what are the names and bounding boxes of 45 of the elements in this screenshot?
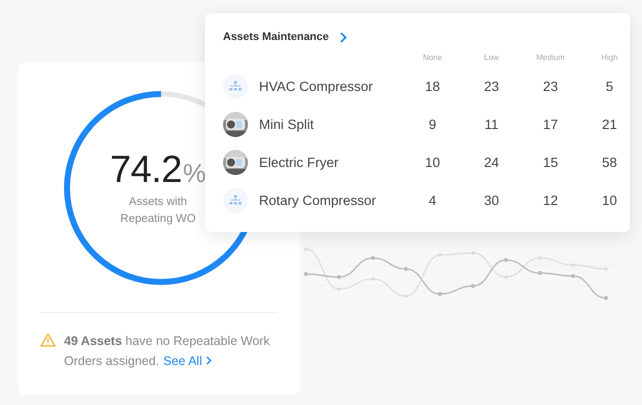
chevron-right-icon[interactable] <box>338 32 347 42</box>
asset-name: Rotary Compressor <box>258 192 378 210</box>
data-point <box>337 275 341 279</box>
percent-sign: % <box>182 158 206 188</box>
data-point <box>404 267 408 271</box>
chevron-right-icon <box>206 356 212 365</box>
ring-label: Assets with Repeating WO <box>119 194 197 226</box>
data-point <box>471 284 475 288</box>
data-point <box>504 258 508 262</box>
data-point <box>571 274 575 278</box>
column-header: Medium <box>535 52 566 64</box>
column-header: None <box>422 52 444 64</box>
card-title: Assets Maintenance <box>223 31 329 43</box>
table-cell-text: 11 <box>483 116 500 134</box>
table-cell-text: 18 <box>424 78 442 96</box>
asset-name: Electric Fryer <box>258 154 340 172</box>
table-cell-text: 30 <box>482 192 500 210</box>
hierarchy-icon <box>223 188 248 212</box>
table-cell-text: 12 <box>542 192 560 210</box>
table-cell-text: 10 <box>600 192 618 210</box>
data-point <box>371 256 375 260</box>
table-cell-text: 58 <box>600 154 618 172</box>
asset-name: HVAC Compressor <box>258 78 374 96</box>
table-cell-text: 23 <box>542 78 560 96</box>
table-cell-text: 21 <box>600 116 618 134</box>
table-cell-text: 4 <box>428 192 438 210</box>
table-cell-text: 10 <box>424 154 442 172</box>
table-cell-text: 15 <box>542 154 560 172</box>
notice-text: 49 Assets have no Repeatable Work Orders assigned. See All <box>64 333 271 370</box>
table-cell-text: 23 <box>482 78 500 96</box>
percentage-value: 74.2 <box>110 148 182 192</box>
data-point <box>438 292 442 296</box>
data-point <box>304 272 308 276</box>
see-all-link[interactable]: See All <box>163 354 212 368</box>
data-point <box>538 271 542 275</box>
column-header: High <box>600 52 619 64</box>
table-cell-text: 5 <box>604 78 614 96</box>
hierarchy-icon <box>223 74 248 98</box>
table-cell-text: 9 <box>428 116 438 134</box>
column-header: Low <box>483 52 500 64</box>
data-point <box>604 296 608 300</box>
warning-icon <box>40 333 56 347</box>
table-cell-text: 17 <box>542 116 560 134</box>
asset-name: Mini Split <box>258 116 315 134</box>
table-cell-text: 24 <box>482 154 500 172</box>
